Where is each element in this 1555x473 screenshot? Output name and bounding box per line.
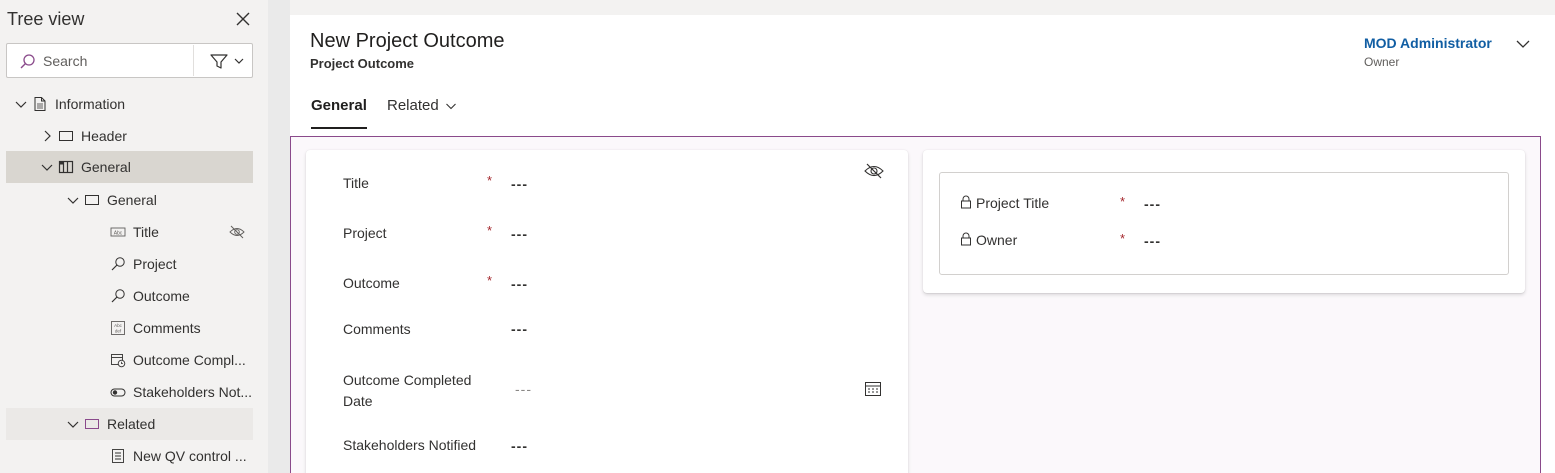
svg-text:Abc: Abc [114,230,123,236]
svg-text:Abc: Abc [114,323,123,328]
field-label-project-title: Project Title [976,195,1050,211]
tree-search-box [6,43,253,78]
document-icon [34,97,46,111]
tree-item-outcome[interactable]: Outcome [6,280,253,312]
tree-item-label: Information [55,96,126,112]
tree-item-label: Outcome Compl... [133,352,246,368]
tree-item-label: Header [81,128,127,144]
owner-label: Owner [1364,55,1400,69]
list-document-icon [112,449,124,463]
close-icon[interactable] [234,10,252,28]
form-editor: New Project Outcome Project Outcome MOD … [290,15,1555,473]
chevron-down-icon [445,103,456,110]
section-general[interactable]: Title * --- Project * --- Outcome * --- … [306,150,908,473]
required-marker: * [1120,194,1126,209]
field-value-outcome[interactable]: --- [511,276,528,292]
required-marker: * [487,223,493,238]
tree-item-information[interactable]: Information [6,88,253,120]
lookup-icon [111,257,125,271]
toggle-icon [110,388,126,397]
tree-item-label: General [81,159,131,175]
header-fields-section: Project Title * --- Owner * --- [939,172,1509,275]
tree-view-panel: Tree view Information Header General [0,0,268,473]
svg-text:def: def [115,328,122,333]
required-marker: * [1120,231,1126,246]
tree-item-label: Comments [133,320,201,336]
field-value-comments[interactable]: --- [511,321,528,337]
section-icon [85,419,99,429]
calendar-icon[interactable] [864,380,882,398]
multiline-text-icon: Abcdef [111,321,125,335]
field-label-comments: Comments [343,321,411,337]
tab-related-label: Related [387,97,439,114]
header-fields-card[interactable]: Project Title * --- Owner * --- [923,150,1525,293]
field-label-line: Date [343,393,373,409]
field-value-stakeholders-notified[interactable]: --- [511,438,528,454]
tree-item-label: Related [107,416,156,432]
search-icon [20,54,35,69]
required-marker: * [487,173,493,188]
tree-item-label: Title [133,224,159,240]
tree-item-title[interactable]: Abc Title [6,216,253,248]
tab-general-underline [311,127,367,129]
tree-item-label: General [107,192,157,208]
search-separator [193,45,194,76]
date-time-icon [111,354,126,368]
chevron-down-icon[interactable] [1514,35,1532,53]
field-label-stakeholders-notified: Stakeholders Notified [343,437,477,453]
tab-related[interactable]: Related [387,97,457,114]
tree-item-label: Outcome [133,288,190,304]
tree-item-related[interactable]: Related [6,408,253,440]
chevron-down-icon[interactable] [66,417,80,431]
form-title: New Project Outcome [310,30,505,52]
panel-divider [268,0,290,473]
field-label-outcome-completed-date: Outcome Completed Date [343,370,471,412]
tree-item-new-qv-control[interactable]: New QV control ... [6,440,253,472]
chevron-down-icon[interactable] [40,160,54,174]
required-marker: * [487,273,493,288]
filter-icon[interactable] [201,50,249,72]
field-value-project-title[interactable]: --- [1144,196,1161,212]
chevron-down-icon[interactable] [66,193,80,207]
lock-icon [961,232,971,246]
tab-general[interactable]: General [311,97,367,114]
field-value-project[interactable]: --- [511,226,528,242]
section-icon [59,131,73,141]
field-label-project: Project [343,225,387,241]
text-field-icon: Abc [110,227,126,237]
field-value-outcome-completed-date[interactable]: --- [515,381,532,397]
owner-link[interactable]: MOD Administrator [1364,35,1492,51]
tree-item-label: Stakeholders Not... [133,384,253,400]
field-label-owner: Owner [976,232,1018,248]
tree-item-label: New QV control ... [133,448,247,464]
lookup-icon [111,289,125,303]
tree-view-title: Tree view [7,9,85,29]
field-value-owner[interactable]: --- [1144,233,1161,249]
form-canvas: Title * --- Project * --- Outcome * --- … [290,136,1541,473]
tree-item-outcome-completed[interactable]: Outcome Compl... [6,344,253,376]
search-input[interactable] [43,50,191,72]
tree-item-stakeholders-notified[interactable]: Stakeholders Not... [6,376,253,408]
tree-item-project[interactable]: Project [6,248,253,280]
section-icon [85,195,99,205]
form-entity-name: Project Outcome [310,56,415,71]
field-label-line: Outcome Completed [343,372,472,388]
tree-item-comments[interactable]: Abc def Comments [6,312,253,344]
tree-item-general-section[interactable]: General [6,184,253,216]
hidden-eye-icon [864,163,884,179]
tree-item-header[interactable]: Header [6,120,253,152]
field-label-title: Title [343,175,369,191]
chevron-down-icon[interactable] [14,97,28,111]
chevron-right-icon[interactable] [40,129,54,143]
tab-columns-icon [58,160,74,174]
field-label-outcome: Outcome [343,275,400,291]
tree-item-label: Project [133,256,177,272]
hidden-eye-icon [229,225,245,239]
field-value-title[interactable]: --- [511,176,528,192]
tree-item-general-tab[interactable]: General [6,151,253,183]
lock-icon [961,195,971,209]
